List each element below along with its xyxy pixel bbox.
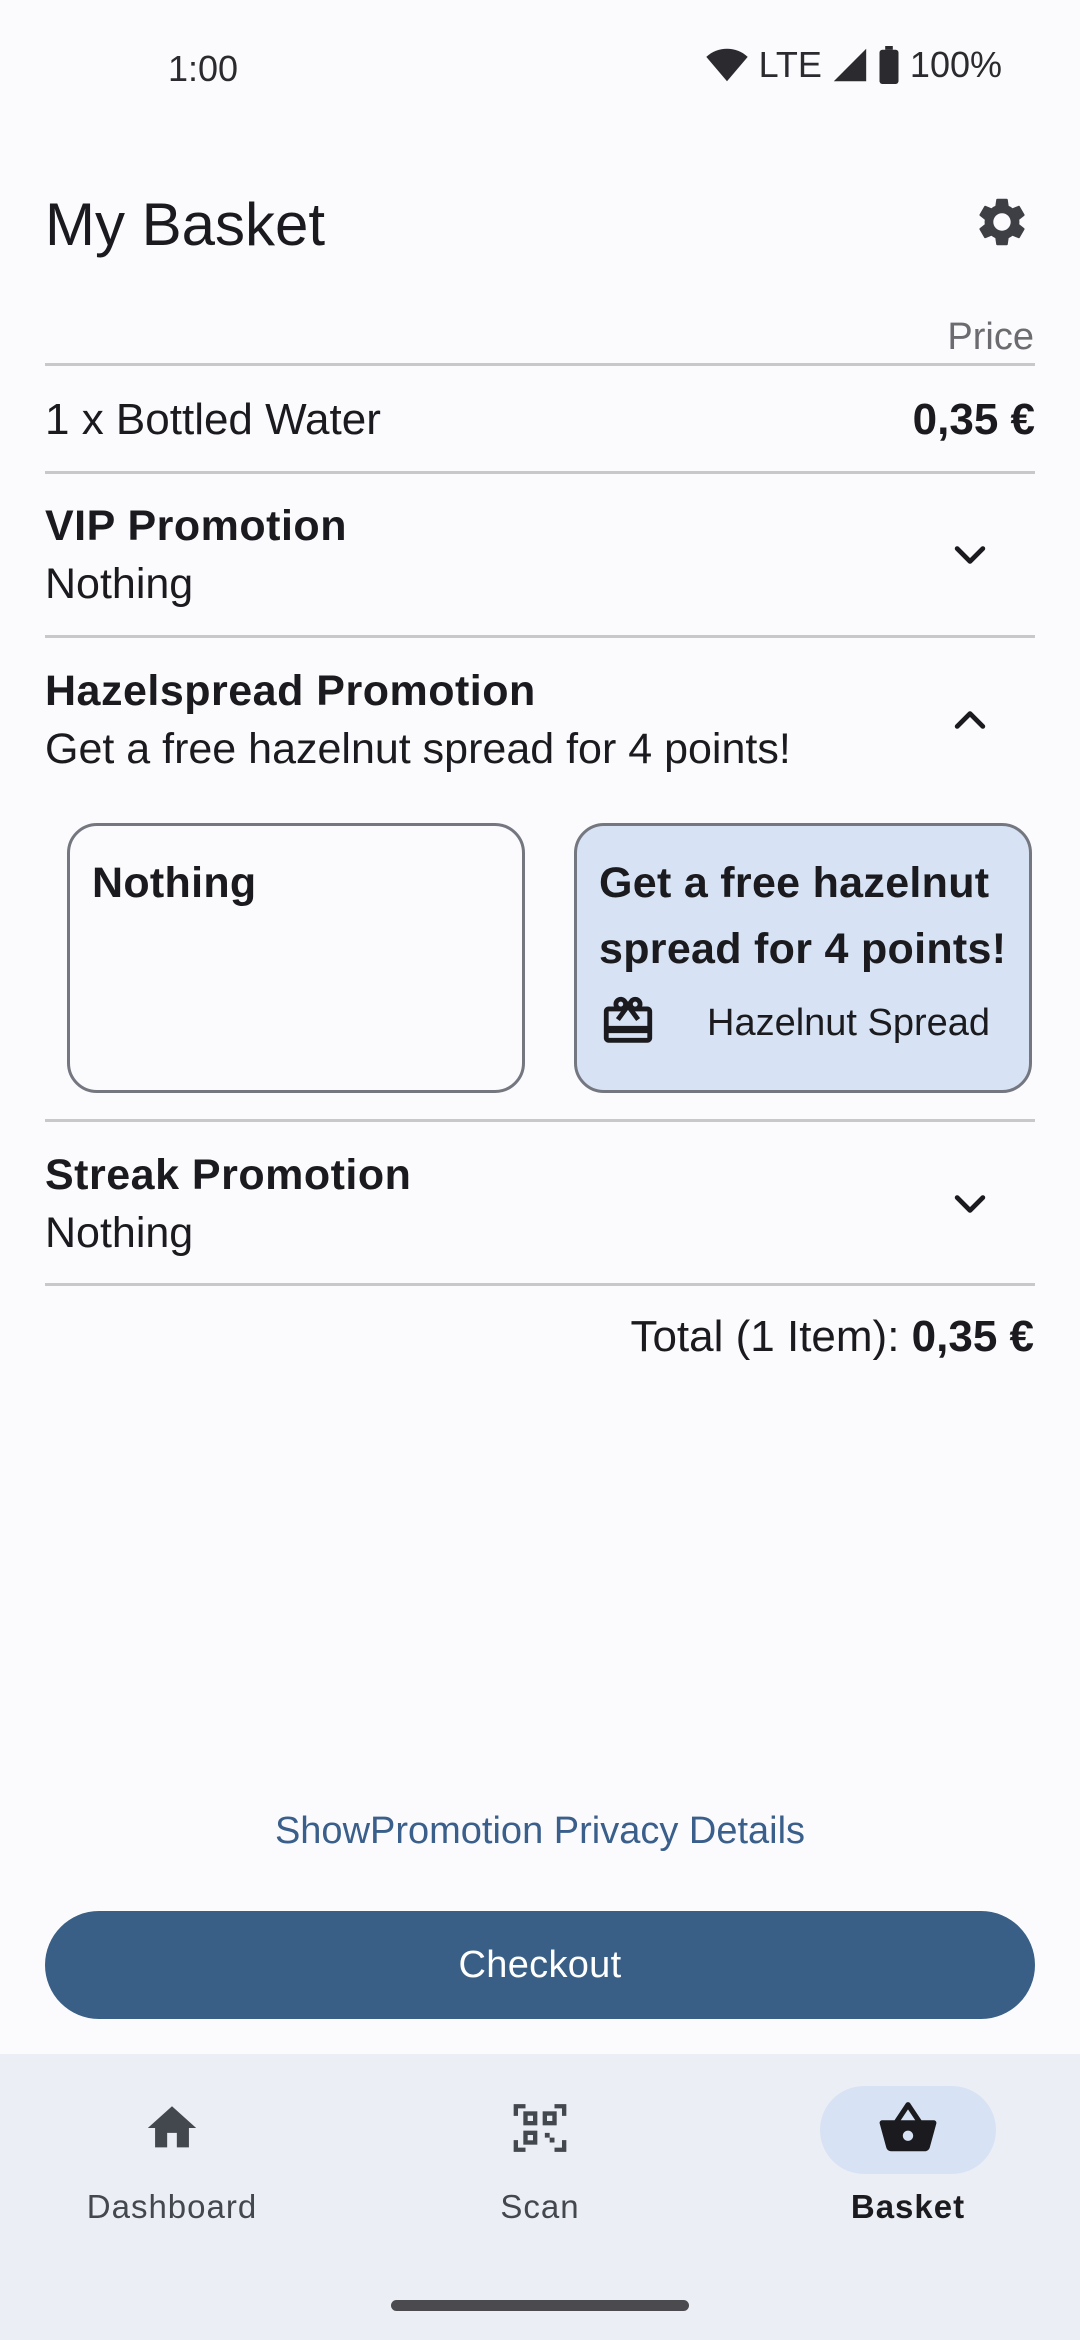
divider bbox=[45, 1283, 1035, 1286]
cell-signal-icon bbox=[832, 47, 868, 83]
basket-icon bbox=[877, 2097, 939, 2164]
divider bbox=[45, 471, 1035, 474]
promo-title: Streak Promotion bbox=[45, 1151, 412, 1199]
status-indicators: LTE 100% bbox=[705, 44, 1002, 86]
promo-selection: Get a free hazelnut spread for 4 points! bbox=[45, 725, 791, 773]
promo-option-nothing[interactable]: Nothing bbox=[67, 823, 525, 1093]
total-label: Total (1 Item): bbox=[630, 1312, 900, 1361]
price-column-label: Price bbox=[947, 316, 1034, 358]
promo-streak[interactable]: Streak Promotion Nothing bbox=[45, 1146, 1035, 1266]
wifi-icon bbox=[705, 47, 749, 83]
nav-icon-container bbox=[452, 2086, 628, 2174]
option-reward: Hazelnut Spread bbox=[599, 992, 1007, 1055]
nav-item-dashboard[interactable]: Dashboard bbox=[22, 2086, 322, 2226]
qr-scan-icon bbox=[511, 2099, 569, 2162]
nav-label: Scan bbox=[500, 2188, 580, 2225]
nav-label: Dashboard bbox=[86, 2188, 258, 2225]
home-indicator[interactable] bbox=[391, 2300, 689, 2311]
settings-button[interactable] bbox=[970, 192, 1034, 256]
battery-icon bbox=[878, 46, 900, 84]
promo-hazelspread[interactable]: Hazelspread Promotion Get a free hazelnu… bbox=[45, 662, 1035, 782]
home-icon bbox=[143, 2099, 201, 2162]
promo-selection: Nothing bbox=[45, 560, 194, 608]
promo-title: Hazelspread Promotion bbox=[45, 667, 536, 715]
nav-item-scan[interactable]: Scan bbox=[390, 2086, 690, 2226]
network-type: LTE bbox=[758, 44, 822, 85]
basket-item-price: 0,35 € bbox=[912, 395, 1035, 444]
promo-title: VIP Promotion bbox=[45, 502, 347, 550]
basket-item-label: 1 x Bottled Water bbox=[45, 395, 381, 444]
divider bbox=[45, 635, 1035, 638]
divider bbox=[45, 1119, 1035, 1122]
page-title: My Basket bbox=[45, 191, 326, 258]
promo-option-hazelnut-spread[interactable]: Get a free hazelnut spread for 4 points!… bbox=[574, 823, 1032, 1093]
reward-label: Hazelnut Spread bbox=[707, 1002, 991, 1044]
option-title: Nothing bbox=[92, 859, 257, 907]
divider bbox=[45, 363, 1035, 366]
checkout-button[interactable]: Checkout bbox=[45, 1911, 1035, 2019]
promo-vip[interactable]: VIP Promotion Nothing bbox=[45, 497, 1035, 617]
bottom-navigation: Dashboard Scan Basket bbox=[0, 2054, 1080, 2340]
status-time: 1:00 bbox=[168, 48, 239, 89]
total-amount: 0,35 € bbox=[911, 1312, 1034, 1361]
nav-icon-container bbox=[820, 2086, 996, 2174]
basket-total: Total (1 Item): 0,35 € bbox=[630, 1312, 1034, 1362]
chevron-down-icon[interactable] bbox=[945, 1179, 995, 1229]
privacy-details-link[interactable]: ShowPromotion Privacy Details bbox=[0, 1810, 1080, 1853]
option-title: Get a free hazelnut spread for 4 points! bbox=[599, 859, 1007, 973]
battery-level: 100% bbox=[909, 44, 1002, 85]
promo-selection: Nothing bbox=[45, 1209, 194, 1257]
basket-item-row: 1 x Bottled Water 0,35 € bbox=[45, 368, 1035, 472]
nav-item-basket[interactable]: Basket bbox=[758, 2086, 1058, 2226]
nav-label: Basket bbox=[850, 2188, 966, 2225]
chevron-up-icon[interactable] bbox=[945, 695, 995, 745]
status-bar: 1:00 LTE 100% bbox=[0, 0, 1080, 140]
chevron-down-icon[interactable] bbox=[945, 530, 995, 580]
gear-icon bbox=[973, 193, 1031, 256]
nav-icon-container bbox=[84, 2086, 260, 2174]
gift-card-icon bbox=[599, 992, 657, 1055]
